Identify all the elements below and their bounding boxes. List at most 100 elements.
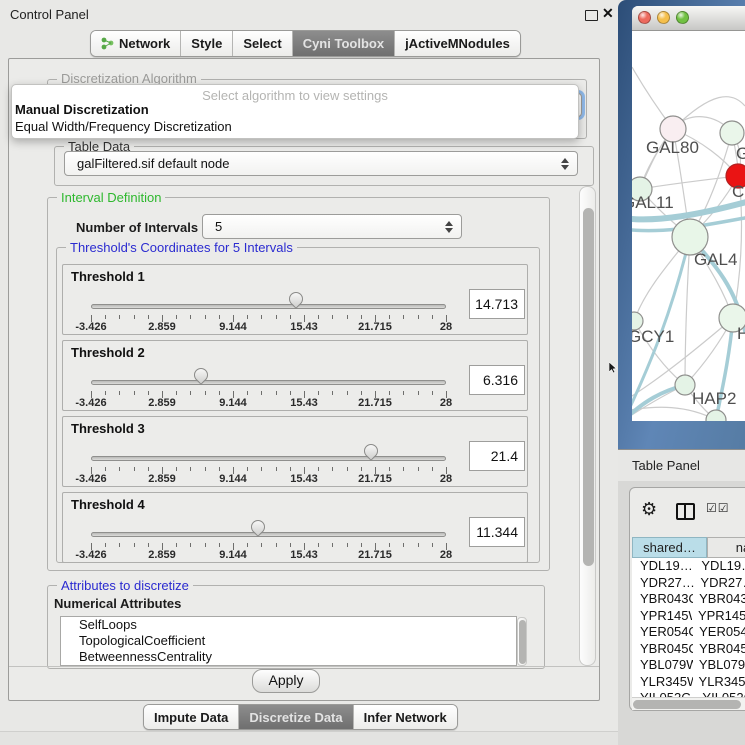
network-node[interactable] bbox=[720, 121, 744, 145]
tab-cyni-toolbox[interactable]: Cyni Toolbox bbox=[293, 31, 395, 56]
slider-tick bbox=[105, 467, 106, 471]
control-panel-window: Control Panel ✕ NetworkStyleSelectCyni T… bbox=[0, 0, 618, 745]
slider-tick bbox=[176, 391, 177, 395]
slider-tick bbox=[219, 315, 220, 319]
panel-scrollbar-thumb[interactable] bbox=[583, 208, 594, 566]
network-node[interactable] bbox=[706, 410, 726, 421]
interval-definition-title: Interval Definition bbox=[57, 190, 165, 205]
panel-scrollbar[interactable] bbox=[579, 186, 596, 666]
slider-tick bbox=[205, 391, 206, 395]
tab-select[interactable]: Select bbox=[233, 31, 292, 56]
slider-tick bbox=[261, 467, 262, 471]
slider-tick bbox=[361, 315, 362, 319]
slider-scale-label: -3.426 bbox=[75, 549, 106, 561]
slider-tick bbox=[276, 543, 277, 547]
slider-tick bbox=[290, 391, 291, 395]
threshold-label: Threshold 1 bbox=[71, 269, 145, 284]
traffic-light-zoom-icon[interactable] bbox=[676, 11, 689, 24]
table-row[interactable]: YBR045CYBR045C bbox=[632, 641, 745, 658]
column-header-name[interactable]: name bbox=[707, 537, 745, 558]
traffic-light-close-icon[interactable] bbox=[638, 11, 651, 24]
table-row[interactable]: YDL19…YDL19… bbox=[632, 558, 745, 575]
threshold-value-field[interactable]: 14.713 bbox=[469, 289, 525, 319]
slider-scale-label: 15.43 bbox=[290, 397, 318, 409]
tab-network[interactable]: Network bbox=[91, 31, 181, 56]
slider-tick bbox=[389, 315, 390, 319]
checkboxes-icon[interactable]: ☑☑ bbox=[706, 501, 730, 515]
tab-style[interactable]: Style bbox=[181, 31, 233, 56]
threshold-value-field[interactable]: 21.4 bbox=[469, 441, 525, 471]
table-row[interactable]: YER054CYER054C bbox=[632, 624, 745, 641]
popup-item-equal-width-frequency-discretization[interactable]: Equal Width/Frequency Discretization bbox=[15, 119, 232, 134]
slider-scale-label: 2.859 bbox=[148, 321, 176, 333]
slider-tick bbox=[148, 467, 149, 471]
slider-tick bbox=[432, 467, 433, 471]
network-window: GAL80GACGAL11GAL4GCY1HHAP2 bbox=[632, 6, 745, 421]
list-item-betweennesscentrality[interactable]: BetweennessCentrality bbox=[61, 649, 516, 665]
cell-shared-name: YDR27… bbox=[632, 575, 694, 592]
slider-tick bbox=[290, 315, 291, 319]
table-row[interactable]: YIL052CYIL052C bbox=[632, 690, 745, 697]
slider-tick bbox=[432, 315, 433, 319]
float-window-icon[interactable] bbox=[585, 10, 598, 21]
slider-track[interactable] bbox=[91, 380, 446, 385]
traffic-light-minimize-icon[interactable] bbox=[657, 11, 670, 24]
bottom-tab-infer-network[interactable]: Infer Network bbox=[354, 705, 457, 729]
tab-label: jActiveMNodules bbox=[405, 36, 510, 51]
cell-shared-name: YDL19… bbox=[632, 558, 695, 575]
slider-track[interactable] bbox=[91, 456, 446, 461]
list-item-selfloops[interactable]: SelfLoops bbox=[61, 617, 516, 633]
table-row[interactable]: YBL079WYBL079W bbox=[632, 657, 745, 674]
cell-shared-name: YPR145W bbox=[632, 608, 692, 625]
slider-tick bbox=[432, 391, 433, 395]
number-of-intervals-combobox[interactable]: 5 bbox=[202, 214, 462, 239]
numerical-attributes-list[interactable]: SelfLoopsTopologicalCoefficientBetweenne… bbox=[60, 616, 517, 666]
threshold-value-field[interactable]: 11.344 bbox=[469, 517, 525, 547]
slider-track[interactable] bbox=[91, 532, 446, 537]
node-label: HAP2 bbox=[692, 389, 736, 408]
cell-shared-name: YBR043C bbox=[632, 591, 693, 608]
numerical-attributes-label: Numerical Attributes bbox=[54, 596, 181, 611]
gear-icon[interactable]: ⚙ bbox=[641, 500, 657, 518]
apply-button[interactable]: Apply bbox=[252, 669, 320, 693]
slider-scale-label: -3.426 bbox=[75, 397, 106, 409]
cell-name: YBR045C bbox=[693, 641, 745, 658]
threshold-value-field[interactable]: 6.316 bbox=[469, 365, 525, 395]
slider-tick bbox=[247, 391, 248, 395]
network-canvas[interactable]: GAL80GACGAL11GAL4GCY1HHAP2 bbox=[632, 31, 745, 421]
table-rows[interactable]: YDL19…YDL19…YDR27…YDR27…YBR043CYBR043CYP… bbox=[632, 558, 745, 697]
table-hscrollbar[interactable] bbox=[632, 697, 745, 710]
list-item-topologicalcoefficient[interactable]: TopologicalCoefficient bbox=[61, 633, 516, 649]
slider-tick bbox=[190, 543, 191, 547]
slider-tick bbox=[276, 467, 277, 471]
bottom-tab-discretize-data[interactable]: Discretize Data bbox=[239, 705, 353, 729]
cell-name: YDL19… bbox=[695, 558, 745, 575]
window-title: Control Panel bbox=[10, 7, 89, 22]
bottom-tab-impute-data[interactable]: Impute Data bbox=[144, 705, 239, 729]
slider-tick bbox=[190, 391, 191, 395]
slider-scale-label: -3.426 bbox=[75, 321, 106, 333]
close-icon[interactable]: ✕ bbox=[602, 5, 614, 22]
split-columns-icon[interactable] bbox=[676, 503, 695, 520]
slider-track[interactable] bbox=[91, 304, 446, 309]
slider-tick bbox=[134, 543, 135, 547]
column-header-shared[interactable]: shared… bbox=[632, 537, 707, 558]
tab-label: Infer Network bbox=[364, 710, 447, 725]
tab-jactivemnodules[interactable]: jActiveMNodules bbox=[395, 31, 520, 56]
slider-tick bbox=[176, 315, 177, 319]
table-panel-bar: Table Panel bbox=[618, 449, 745, 481]
tab-label: Impute Data bbox=[154, 710, 228, 725]
slider-scale-label: 2.859 bbox=[148, 473, 176, 485]
table-row[interactable]: YPR145WYPR145W bbox=[632, 608, 745, 625]
slider-tick bbox=[190, 315, 191, 319]
table-row[interactable]: YLR345WYLR345W bbox=[632, 674, 745, 691]
table-row[interactable]: YDR27…YDR27… bbox=[632, 575, 745, 592]
node-label: GAL11 bbox=[632, 193, 674, 212]
cell-name: YBL079W bbox=[693, 657, 745, 674]
node-label: GCY1 bbox=[632, 327, 674, 346]
table-data-combobox[interactable]: galFiltered.sif default node bbox=[64, 151, 578, 176]
popup-item-manual-discretization[interactable]: Manual Discretization bbox=[15, 102, 149, 117]
attributes-scrollbar[interactable] bbox=[517, 617, 527, 666]
table-data-value: galFiltered.sif default node bbox=[77, 156, 229, 171]
table-row[interactable]: YBR043CYBR043C bbox=[632, 591, 745, 608]
